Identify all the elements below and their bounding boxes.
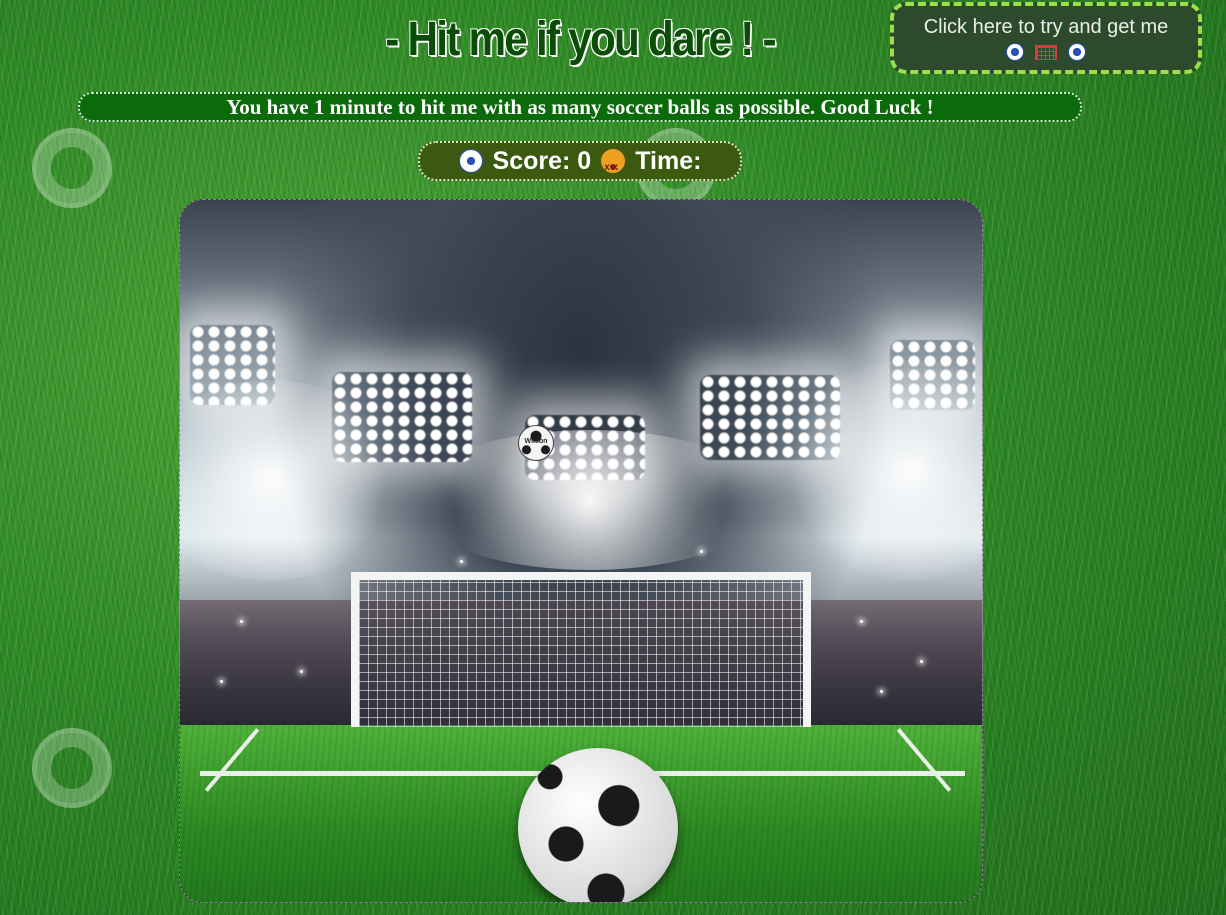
- sparkle: [700, 550, 703, 553]
- floodlight: [190, 325, 275, 405]
- page-title: - Hit me if you dare ! -: [385, 13, 776, 66]
- try-button[interactable]: Click here to try and get me: [890, 2, 1202, 74]
- watermark-swirl: [32, 728, 112, 808]
- instructions-banner: You have 1 minute to hit me with as many…: [78, 92, 1082, 122]
- sparkle: [240, 620, 243, 623]
- target-ball[interactable]: Wilson: [518, 425, 554, 461]
- time-label: Time:: [635, 147, 702, 175]
- soccer-ball-icon: [1068, 43, 1087, 62]
- target-ball-brand: Wilson: [524, 438, 548, 445]
- sparkle: [220, 680, 223, 683]
- goal-net: [351, 572, 811, 727]
- soccer-ball: [518, 748, 678, 902]
- try-button-label: Click here to try and get me: [923, 16, 1169, 38]
- goal-icon: [1035, 44, 1057, 60]
- game-area[interactable]: Wilson: [179, 199, 983, 903]
- scorebar: Score: 0 Time:: [418, 141, 742, 186]
- sparkle: [460, 560, 463, 563]
- soccer-ball-icon: [1005, 43, 1024, 62]
- floodlight: [890, 340, 975, 410]
- try-button-icons: [894, 41, 1198, 62]
- sparkle: [920, 660, 923, 663]
- sparkle: [880, 690, 883, 693]
- sparkle: [300, 670, 303, 673]
- score-label: Score: 0: [492, 147, 592, 175]
- floodlight: [332, 372, 472, 462]
- soccer-ball-icon: [458, 149, 483, 173]
- sparkle: [860, 620, 863, 623]
- watermark-swirl: [32, 128, 112, 208]
- dizzy-face-icon: [601, 149, 626, 186]
- floodlight: [700, 375, 840, 460]
